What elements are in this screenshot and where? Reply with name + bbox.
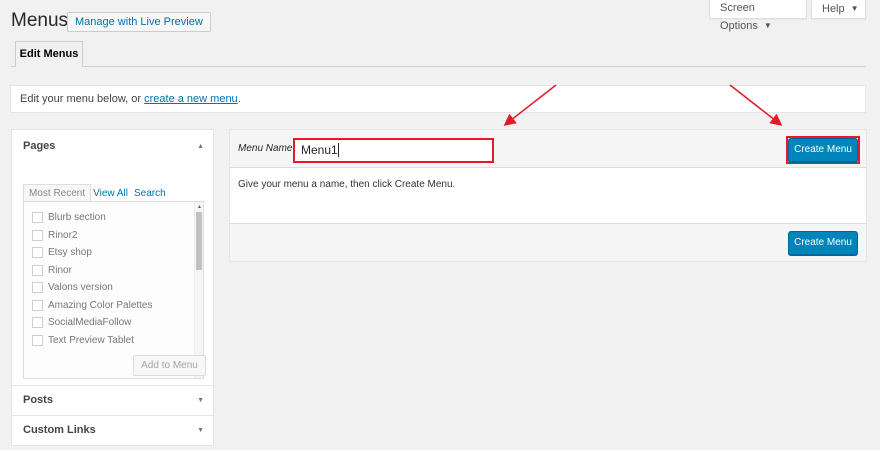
annotation-arrows — [503, 84, 783, 126]
arrow-to-create-menu — [729, 84, 783, 126]
arrow-to-menu-name — [503, 84, 557, 126]
